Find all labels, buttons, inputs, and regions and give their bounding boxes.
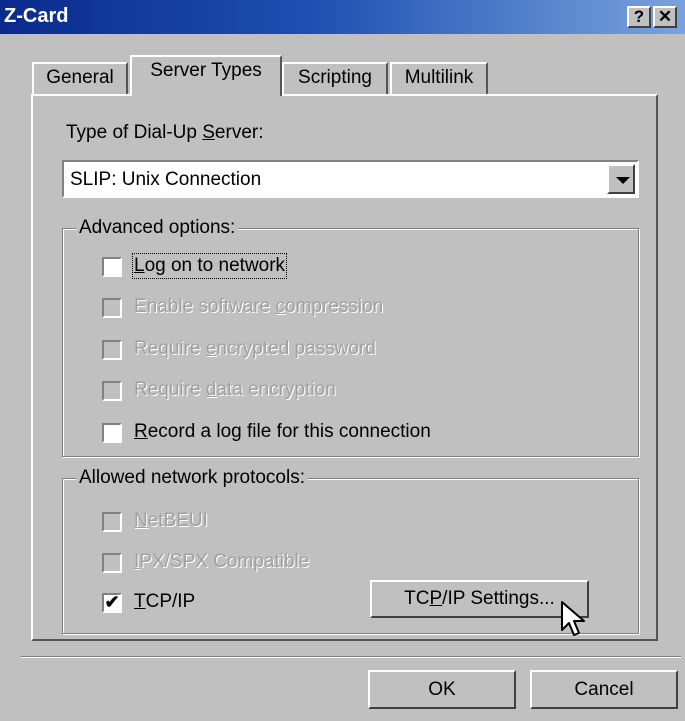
tab-multilink[interactable]: Multilink <box>390 62 488 95</box>
tab-scripting-label: Scripting <box>298 67 372 88</box>
tab-multilink-label: Multilink <box>404 67 474 88</box>
tab-general[interactable]: General <box>32 62 128 95</box>
dropdown-button[interactable] <box>607 164 635 194</box>
advanced-options-legend: Advanced options: <box>76 217 239 239</box>
checkbox-box[interactable] <box>102 298 122 318</box>
checkmark-icon: ✔ <box>104 592 120 612</box>
checkbox-box[interactable]: ✔ <box>102 593 122 613</box>
record-log-label: Record a log file for this connection <box>134 421 431 442</box>
title-bar[interactable]: Z-Card ? ✕ <box>0 0 685 34</box>
tab-general-label: General <box>46 67 114 88</box>
help-button[interactable]: ? <box>627 6 651 28</box>
log-on-network-label: Log on to network <box>131 253 288 279</box>
ok-button[interactable]: OK <box>368 670 516 709</box>
window-title: Z-Card <box>4 5 69 27</box>
netbeui-label: NetBEUI <box>134 510 208 531</box>
checkbox-box[interactable] <box>102 340 122 360</box>
server-type-select[interactable]: SLIP: Unix Connection <box>62 160 639 198</box>
protocols-legend: Allowed network protocols: <box>76 467 308 489</box>
checkbox-box[interactable] <box>102 423 122 443</box>
cancel-button[interactable]: Cancel <box>530 670 678 709</box>
checkbox-box[interactable] <box>102 553 122 573</box>
tab-server-types[interactable]: Server Types <box>130 55 282 96</box>
mouse-cursor-icon <box>561 601 585 636</box>
tcp-ip-label: TCP/IP <box>134 591 196 612</box>
checkbox-box[interactable] <box>102 512 122 532</box>
tcp-ip-settings-button[interactable]: TCP/IP Settings... <box>370 580 589 618</box>
checkbox-box[interactable] <box>102 381 122 401</box>
server-type-label: Type of Dial-Up Server: <box>66 122 264 143</box>
footer-separator <box>21 656 681 658</box>
chevron-down-icon <box>616 177 630 184</box>
ipx-spx-label: IPX/SPX Compatible <box>134 551 310 572</box>
tab-server-types-label: Server Types <box>150 60 262 81</box>
encrypted-password-label: Require encrypted password <box>134 338 376 359</box>
checkbox-box[interactable] <box>102 257 122 277</box>
close-button[interactable]: ✕ <box>653 6 677 28</box>
software-compression-label: Enable software compression <box>134 296 384 317</box>
active-tab-joint <box>132 93 280 97</box>
server-type-value: SLIP: Unix Connection <box>70 169 262 190</box>
data-encryption-label: Require data encryption <box>134 379 336 400</box>
tab-scripting[interactable]: Scripting <box>282 62 388 95</box>
